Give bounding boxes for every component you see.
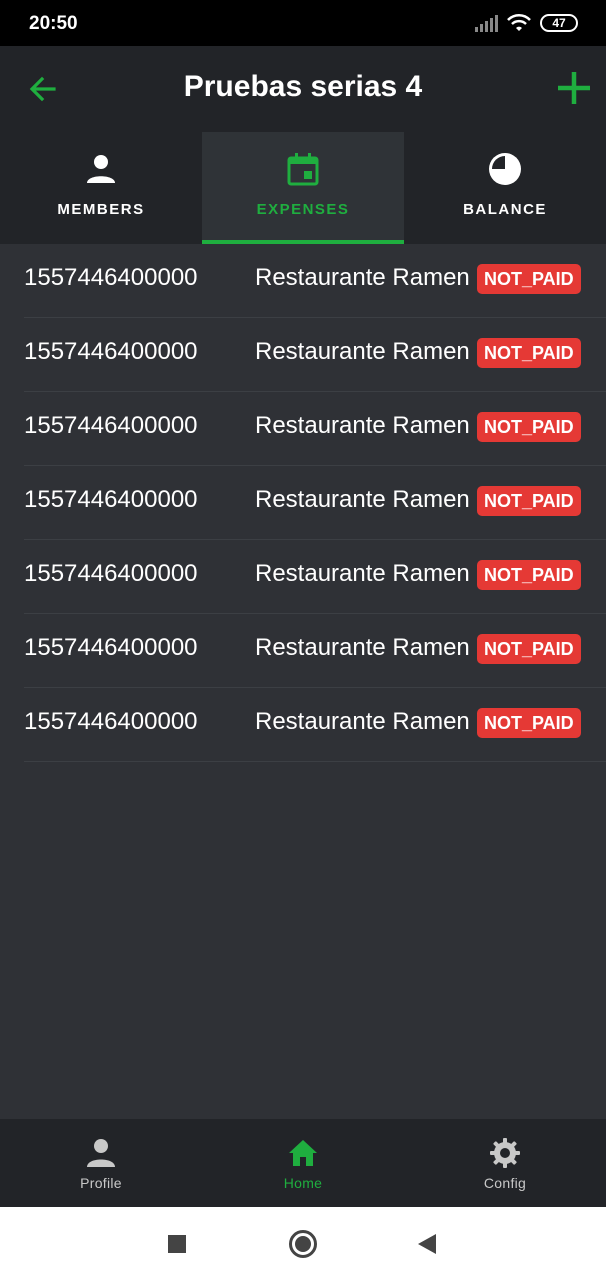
status-badge: NOT_PAID [477,264,581,294]
back-triangle-icon[interactable] [412,1229,442,1259]
status-badge: NOT_PAID [477,412,581,442]
expense-date: 1557446400000 [24,560,198,587]
expense-description: Restaurante Ramen [255,708,470,735]
expense-description: Restaurante Ramen [255,264,470,291]
list-item[interactable]: 1557446400000 Restaurante Ramen NOT_PAID [24,392,606,466]
expense-description: Restaurante Ramen [255,560,470,587]
recents-square-icon[interactable] [162,1229,192,1259]
calendar-icon [287,153,319,186]
status-badge: NOT_PAID [477,634,581,664]
expense-description: Restaurante Ramen [255,486,470,513]
status-time: 20:50 [29,13,78,34]
gear-icon [490,1138,520,1168]
list-item[interactable]: 1557446400000 Restaurante Ramen NOT_PAID [24,466,606,540]
nav-profile[interactable]: Profile [0,1119,202,1207]
signal-icon [475,15,498,32]
expense-date: 1557446400000 [24,486,198,513]
expense-list: 1557446400000 Restaurante Ramen NOT_PAID… [0,244,606,762]
list-item[interactable]: 1557446400000 Restaurante Ramen NOT_PAID [24,688,606,762]
person-icon [87,1139,115,1167]
expense-date: 1557446400000 [24,412,198,439]
status-badge: NOT_PAID [477,486,581,516]
tab-label: MEMBERS [57,201,145,218]
list-item[interactable]: 1557446400000 Restaurante Ramen NOT_PAID [24,318,606,392]
system-nav-bar [0,1207,606,1280]
plus-icon[interactable] [554,68,594,108]
nav-home[interactable]: Home [202,1119,404,1207]
tab-bar: MEMBERS EXPENSES BALANCE [0,132,606,244]
home-circle-icon[interactable] [288,1229,318,1259]
list-item[interactable]: 1557446400000 Restaurante Ramen NOT_PAID [24,244,606,318]
pie-chart-icon [489,153,521,185]
list-item[interactable]: 1557446400000 Restaurante Ramen NOT_PAID [24,540,606,614]
page-title: Pruebas serias 4 [183,70,423,103]
expense-description: Restaurante Ramen [255,412,470,439]
status-badge: NOT_PAID [477,708,581,738]
battery-icon: 47 [540,14,578,32]
tab-balance[interactable]: BALANCE [404,132,606,244]
wifi-icon [507,13,531,31]
expense-date: 1557446400000 [24,708,198,735]
status-badge: NOT_PAID [477,560,581,590]
expense-description: Restaurante Ramen [255,634,470,661]
expense-date: 1557446400000 [24,634,198,661]
person-icon [87,155,115,183]
list-item[interactable]: 1557446400000 Restaurante Ramen NOT_PAID [24,614,606,688]
nav-label: Home [283,1175,323,1191]
tab-members[interactable]: MEMBERS [0,132,202,244]
status-badge: NOT_PAID [477,338,581,368]
status-icons: 47 [474,13,578,33]
nav-label: Profile [80,1175,122,1191]
bottom-nav: Profile Home Config [0,1119,606,1207]
status-bar: 20:50 47 [0,0,606,46]
expense-date: 1557446400000 [24,264,198,291]
tab-label: BALANCE [463,201,547,218]
nav-config[interactable]: Config [404,1119,606,1207]
tab-expenses[interactable]: EXPENSES [202,132,404,244]
expense-date: 1557446400000 [24,338,198,365]
home-icon [289,1140,317,1166]
tab-label: EXPENSES [256,201,350,218]
nav-label: Config [483,1175,527,1191]
expense-description: Restaurante Ramen [255,338,470,365]
app-bar: Pruebas serias 4 [0,46,606,132]
